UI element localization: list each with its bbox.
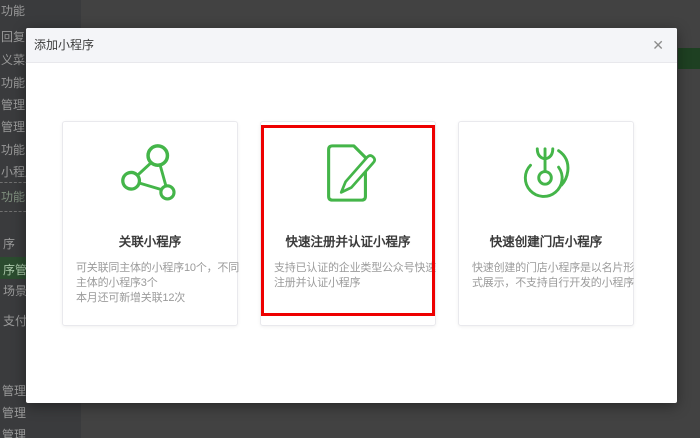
sidebar-item: 场景 (3, 284, 28, 298)
add-miniprogram-dialog: 添加小程序 ✕ 关联小程序 可关联同主体的小程序10个，不同 主体的小程序3个 (26, 28, 677, 403)
card-create-store-miniprogram[interactable]: 快速创建门店小程序 快速创建的门店小程序是以名片形 式展示，不支持自行开发的小程… (458, 121, 634, 326)
sidebar-item-label: 功能 (1, 190, 26, 204)
link-nodes-icon (121, 144, 176, 201)
card-link-miniprogram[interactable]: 关联小程序 可关联同主体的小程序10个，不同 主体的小程序3个 本月还可新增关联… (62, 121, 240, 326)
sidebar-item: 管理 (1, 120, 26, 134)
card-title: 关联小程序 (118, 235, 182, 249)
sidebar-item: 序 (3, 237, 16, 251)
sidebar-item: 管理 (2, 406, 27, 420)
card-description: 可关联同主体的小程序10个，不同 主体的小程序3个 本月还可新增关联12次 (63, 261, 240, 306)
card-description-line: 注册并认证小程序 (274, 277, 361, 289)
card-description-line: 主体的小程序3个 (76, 277, 158, 289)
dialog-header: 添加小程序 ✕ (26, 28, 677, 63)
card-title: 快速注册并认证小程序 (285, 235, 411, 249)
card-description-line: 本月还可新增关联12次 (76, 292, 186, 304)
sidebar-item: 功能 (1, 143, 26, 157)
option-cards: 关联小程序 可关联同主体的小程序10个，不同 主体的小程序3个 本月还可新增关联… (62, 121, 634, 326)
sidebar-item: 支付 (3, 314, 28, 328)
sidebar-item: 管理 (1, 98, 26, 112)
dimmed-page-overlay: 功能 回复 义菜单 功能 管理 管理 功能 小程序 功能 序 序管理 场景 支付… (0, 0, 700, 438)
sidebar-item: 回复 (1, 30, 26, 44)
card-description-line: 快速创建的门店小程序是以名片形 (472, 262, 634, 274)
card-register-certify-miniprogram[interactable]: 快速注册并认证小程序 支持已认证的企业类型公众号快速 注册并认证小程序 (260, 121, 436, 326)
card-description: 快速创建的门店小程序是以名片形 式展示，不支持自行开发的小程序 (459, 261, 634, 291)
clipped-green-button (678, 48, 700, 69)
sidebar-item: 管理 (2, 384, 27, 398)
fork-swirl-icon (523, 147, 570, 198)
card-description-line: 式展示，不支持自行开发的小程序 (472, 277, 634, 289)
sidebar-item: 功能 (1, 76, 26, 90)
dialog-title: 添加小程序 (34, 38, 95, 52)
card-description-line: 支持已认证的企业类型公众号快速 (274, 262, 436, 274)
sidebar-item: 管理 (2, 428, 27, 438)
card-description-line: 可关联同主体的小程序10个，不同 (76, 262, 240, 274)
card-description: 支持已认证的企业类型公众号快速 注册并认证小程序 (261, 261, 436, 291)
card-title: 快速创建门店小程序 (489, 235, 603, 249)
close-icon[interactable]: ✕ (652, 37, 664, 53)
sidebar-item: 功能 (1, 4, 26, 18)
document-pen-icon (327, 144, 376, 202)
